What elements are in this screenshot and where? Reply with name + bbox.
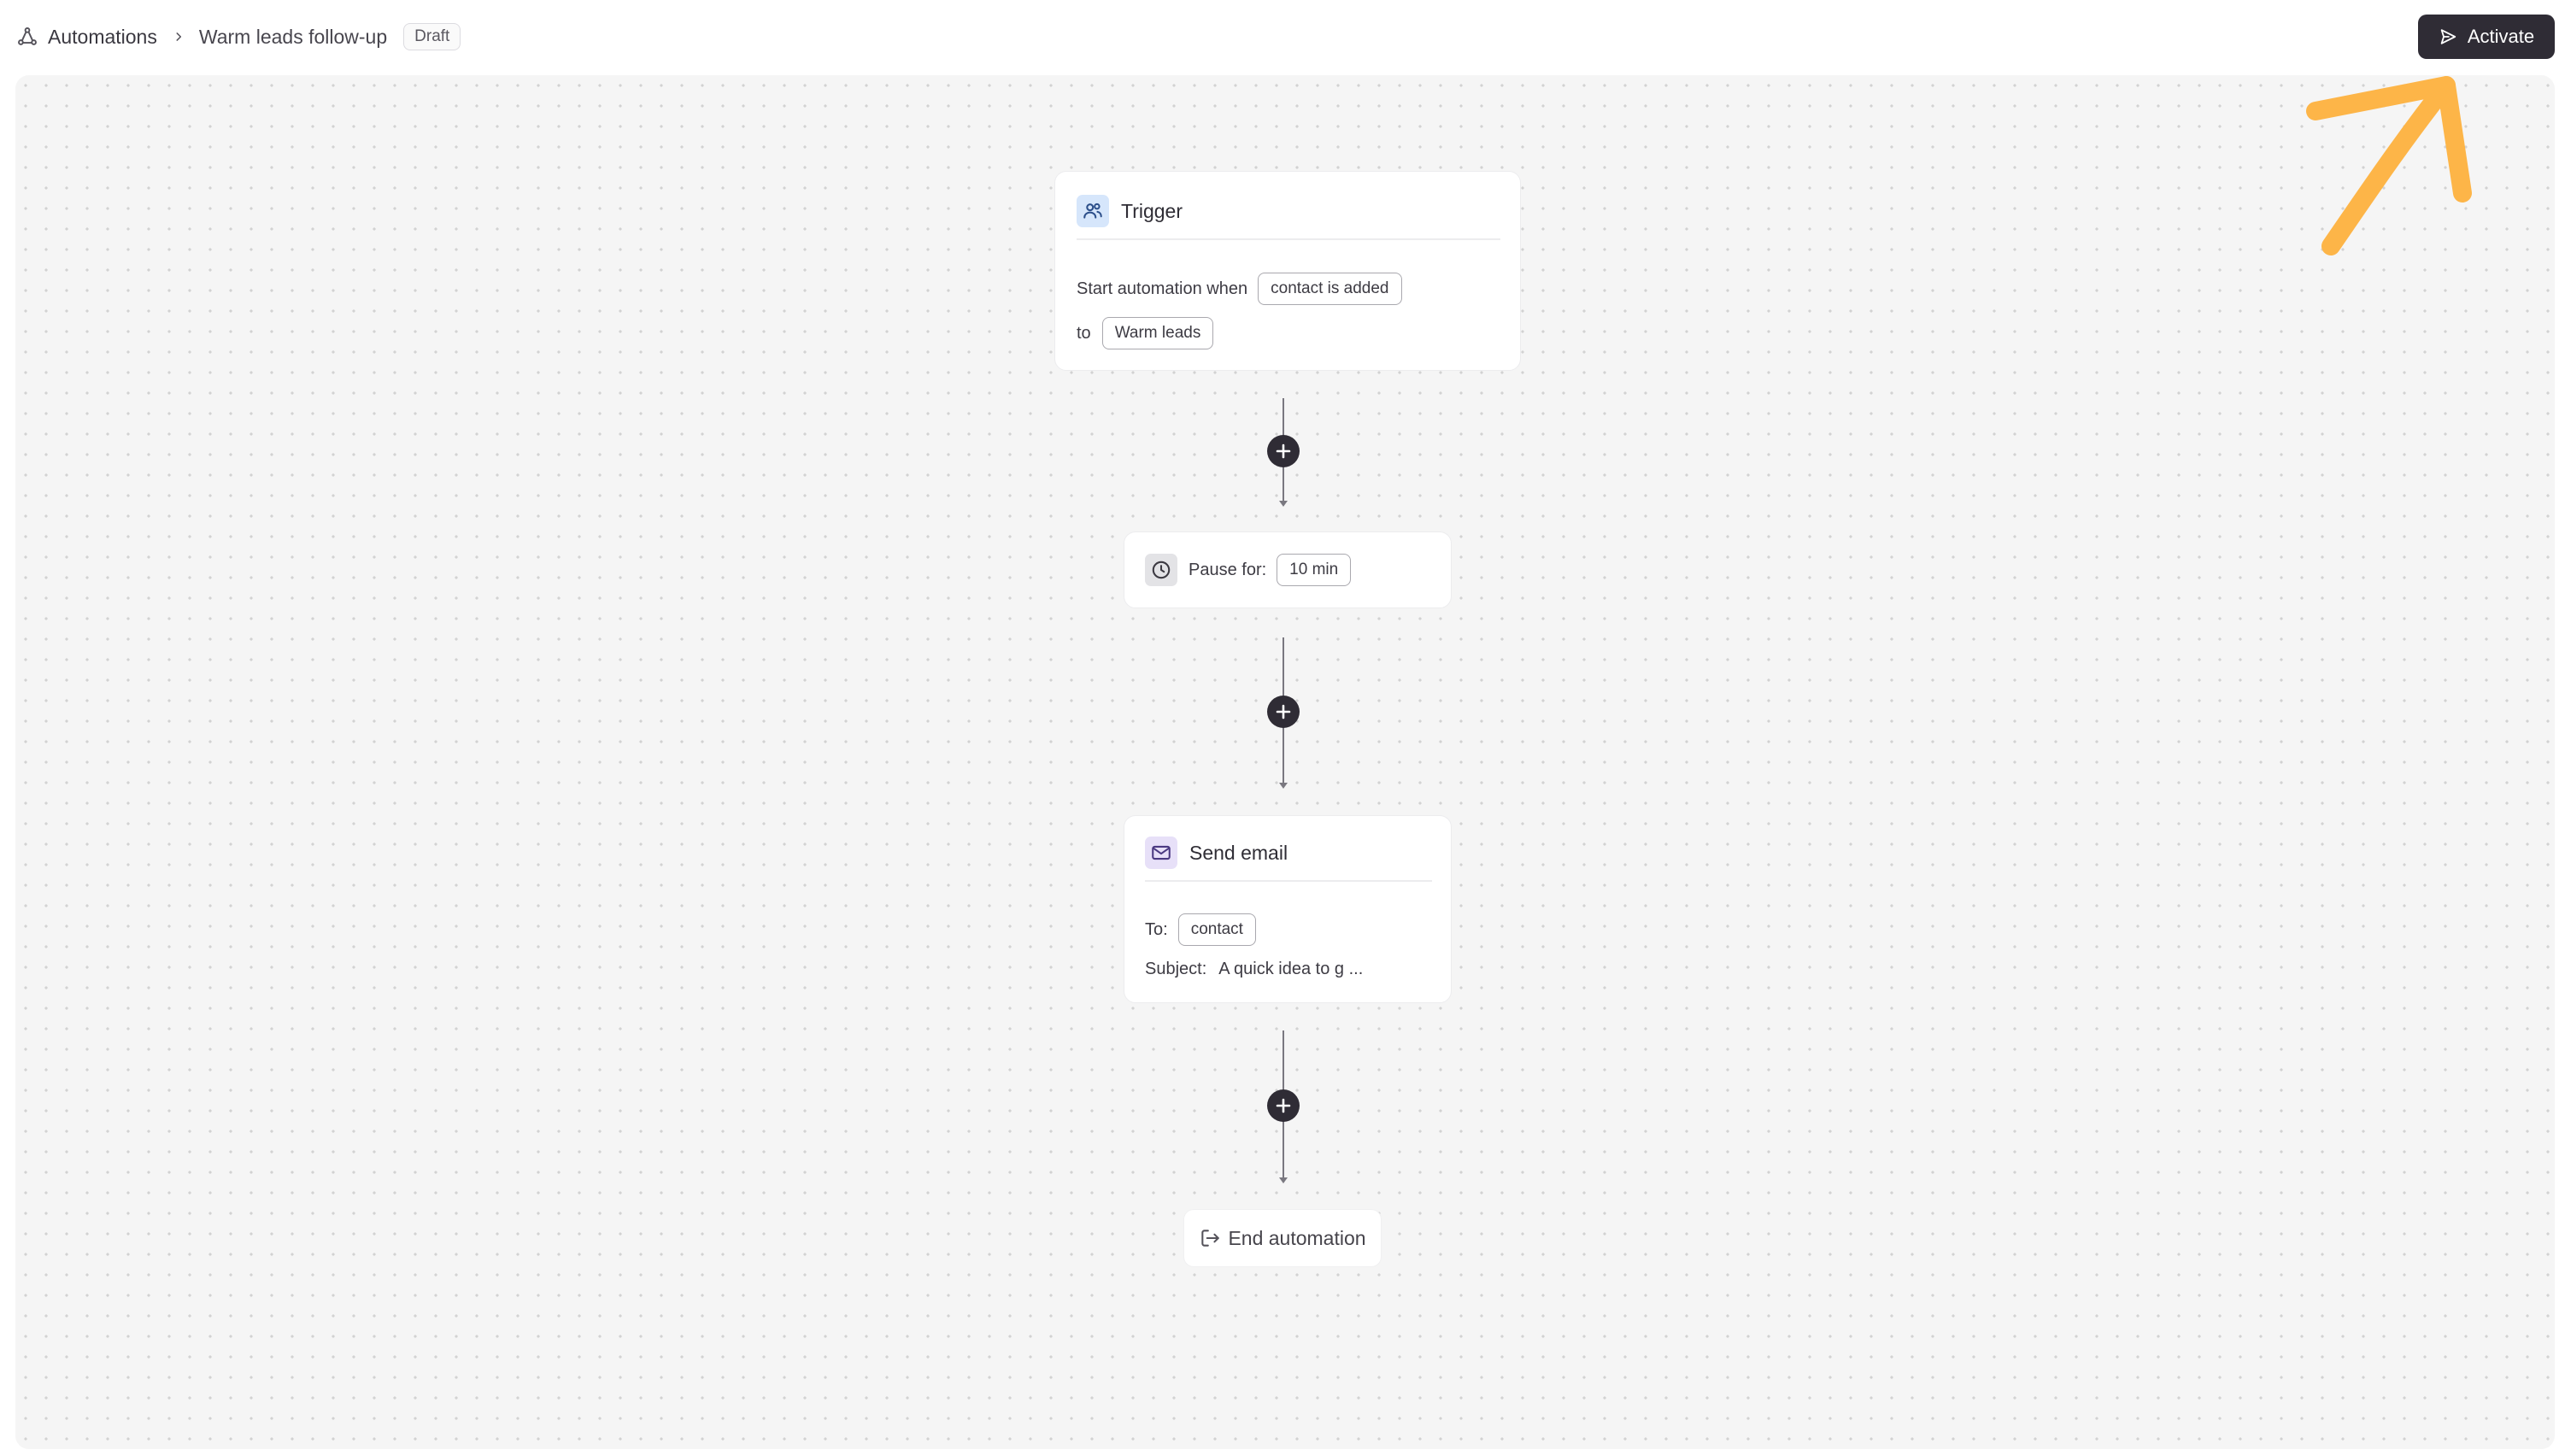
email-subject-value[interactable]: A quick idea to g ... <box>1218 960 1363 979</box>
trigger-title: Trigger <box>1121 199 1183 222</box>
trigger-condition-row: Start automation when contact is added <box>1077 273 1402 305</box>
add-step-button[interactable] <box>1267 435 1300 467</box>
send-email-divider <box>1145 880 1432 882</box>
trigger-event-selector[interactable]: contact is added <box>1258 273 1402 305</box>
connector-arrowhead <box>1279 783 1288 789</box>
plus-icon <box>1276 1098 1291 1113</box>
send-email-title: Send email <box>1189 841 1288 864</box>
chevron-right-icon <box>169 27 188 46</box>
breadcrumb: Automations Warm leads follow-up Draft <box>15 21 461 53</box>
top-header: Automations Warm leads follow-up Draft A… <box>0 0 2565 73</box>
status-badge: Draft <box>403 23 461 50</box>
pause-label: Pause for: <box>1189 560 1267 579</box>
email-to-row: To: contact <box>1145 913 1256 946</box>
trigger-divider <box>1077 238 1500 240</box>
add-step-button[interactable] <box>1267 696 1300 728</box>
pause-duration-selector[interactable]: 10 min <box>1277 554 1352 586</box>
breadcrumb-automations-link[interactable]: Automations <box>48 26 157 49</box>
trigger-card[interactable]: Trigger Start automation when contact is… <box>1054 171 1521 371</box>
plus-icon <box>1276 443 1291 459</box>
send-email-card[interactable]: Send email To: contact Subject: A quick … <box>1124 815 1452 1003</box>
pause-card[interactable]: Pause for: 10 min <box>1124 531 1452 608</box>
activate-button-label: Activate <box>2467 26 2535 47</box>
email-subject-row: Subject: A quick idea to g ... <box>1145 960 1363 979</box>
trigger-line2-text: to <box>1077 323 1091 343</box>
email-to-label: To: <box>1145 919 1168 939</box>
email-subject-label: Subject: <box>1145 960 1207 978</box>
activate-button[interactable]: Activate <box>2418 15 2555 59</box>
add-step-button[interactable] <box>1267 1089 1300 1122</box>
clock-icon <box>1145 554 1177 586</box>
trigger-list-row: to Warm leads <box>1077 317 1214 349</box>
email-recipient-selector[interactable]: contact <box>1177 913 1256 946</box>
end-automation-label: End automation <box>1228 1226 1366 1249</box>
mail-icon <box>1145 837 1177 869</box>
arrow-annotation <box>2306 76 2472 255</box>
exit-icon <box>1201 1230 1220 1247</box>
connector-arrowhead <box>1279 1177 1288 1183</box>
send-icon <box>2440 29 2456 44</box>
trigger-line1-text: Start automation when <box>1077 279 1248 298</box>
trigger-list-selector[interactable]: Warm leads <box>1101 317 1214 349</box>
users-icon <box>1077 195 1109 227</box>
connector-arrowhead <box>1279 501 1288 507</box>
end-automation-node[interactable]: End automation <box>1183 1209 1382 1267</box>
breadcrumb-current-page: Warm leads follow-up <box>198 25 388 48</box>
plus-icon <box>1276 704 1291 719</box>
automation-icon <box>15 25 39 49</box>
